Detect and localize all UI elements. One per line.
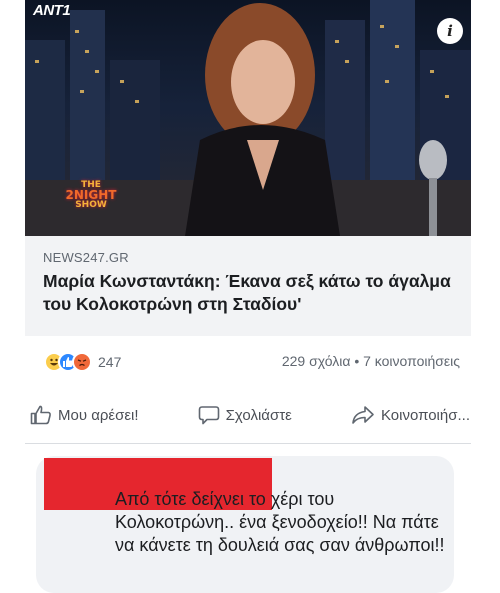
show-logo-line2: 2NIGHT (65, 188, 117, 202)
link-card[interactable]: NEWS247.GR Μαρία Κωνσταντάκη: Έκανα σεξ … (25, 236, 471, 336)
share-icon (352, 406, 374, 424)
action-bar: Μου αρέσει! Σχολιάστε Κοινοποιήσ... (30, 400, 470, 430)
share-button[interactable]: Κοινοποιήσ... (351, 405, 470, 425)
comment-icon (198, 406, 219, 425)
angry-icon (72, 352, 92, 372)
link-headline[interactable]: Μαρία Κωνσταντάκη: Έκανα σεξ κάτω το άγα… (43, 270, 463, 316)
like-label: Μου αρέσει! (58, 406, 139, 424)
comment-label: Σχολιάστε (225, 406, 292, 424)
comment-text: Από τότε δείχνει το χέρι του Κολοκοτρώνη… (115, 489, 445, 555)
reaction-count: 247 (98, 354, 122, 370)
info-icon[interactable]: i (437, 18, 463, 44)
like-button[interactable]: Μου αρέσει! (30, 405, 139, 425)
share-label: Κοινοποιήσ... (380, 406, 470, 424)
thumbs-up-icon (30, 405, 51, 425)
comment-button[interactable]: Σχολιάστε (198, 405, 292, 425)
link-preview-image[interactable]: ANT1 i THE 2NIGHT SHOW (25, 0, 471, 236)
link-source: NEWS247.GR (43, 250, 129, 265)
divider (25, 443, 471, 444)
comments-shares-count[interactable]: 229 σχόλια • 7 κοινοποιήσεις (282, 353, 460, 369)
channel-logo: ANT1 (33, 2, 71, 19)
show-logo: THE 2NIGHT SHOW (65, 180, 117, 210)
reactions-summary[interactable]: 247 (44, 351, 121, 373)
